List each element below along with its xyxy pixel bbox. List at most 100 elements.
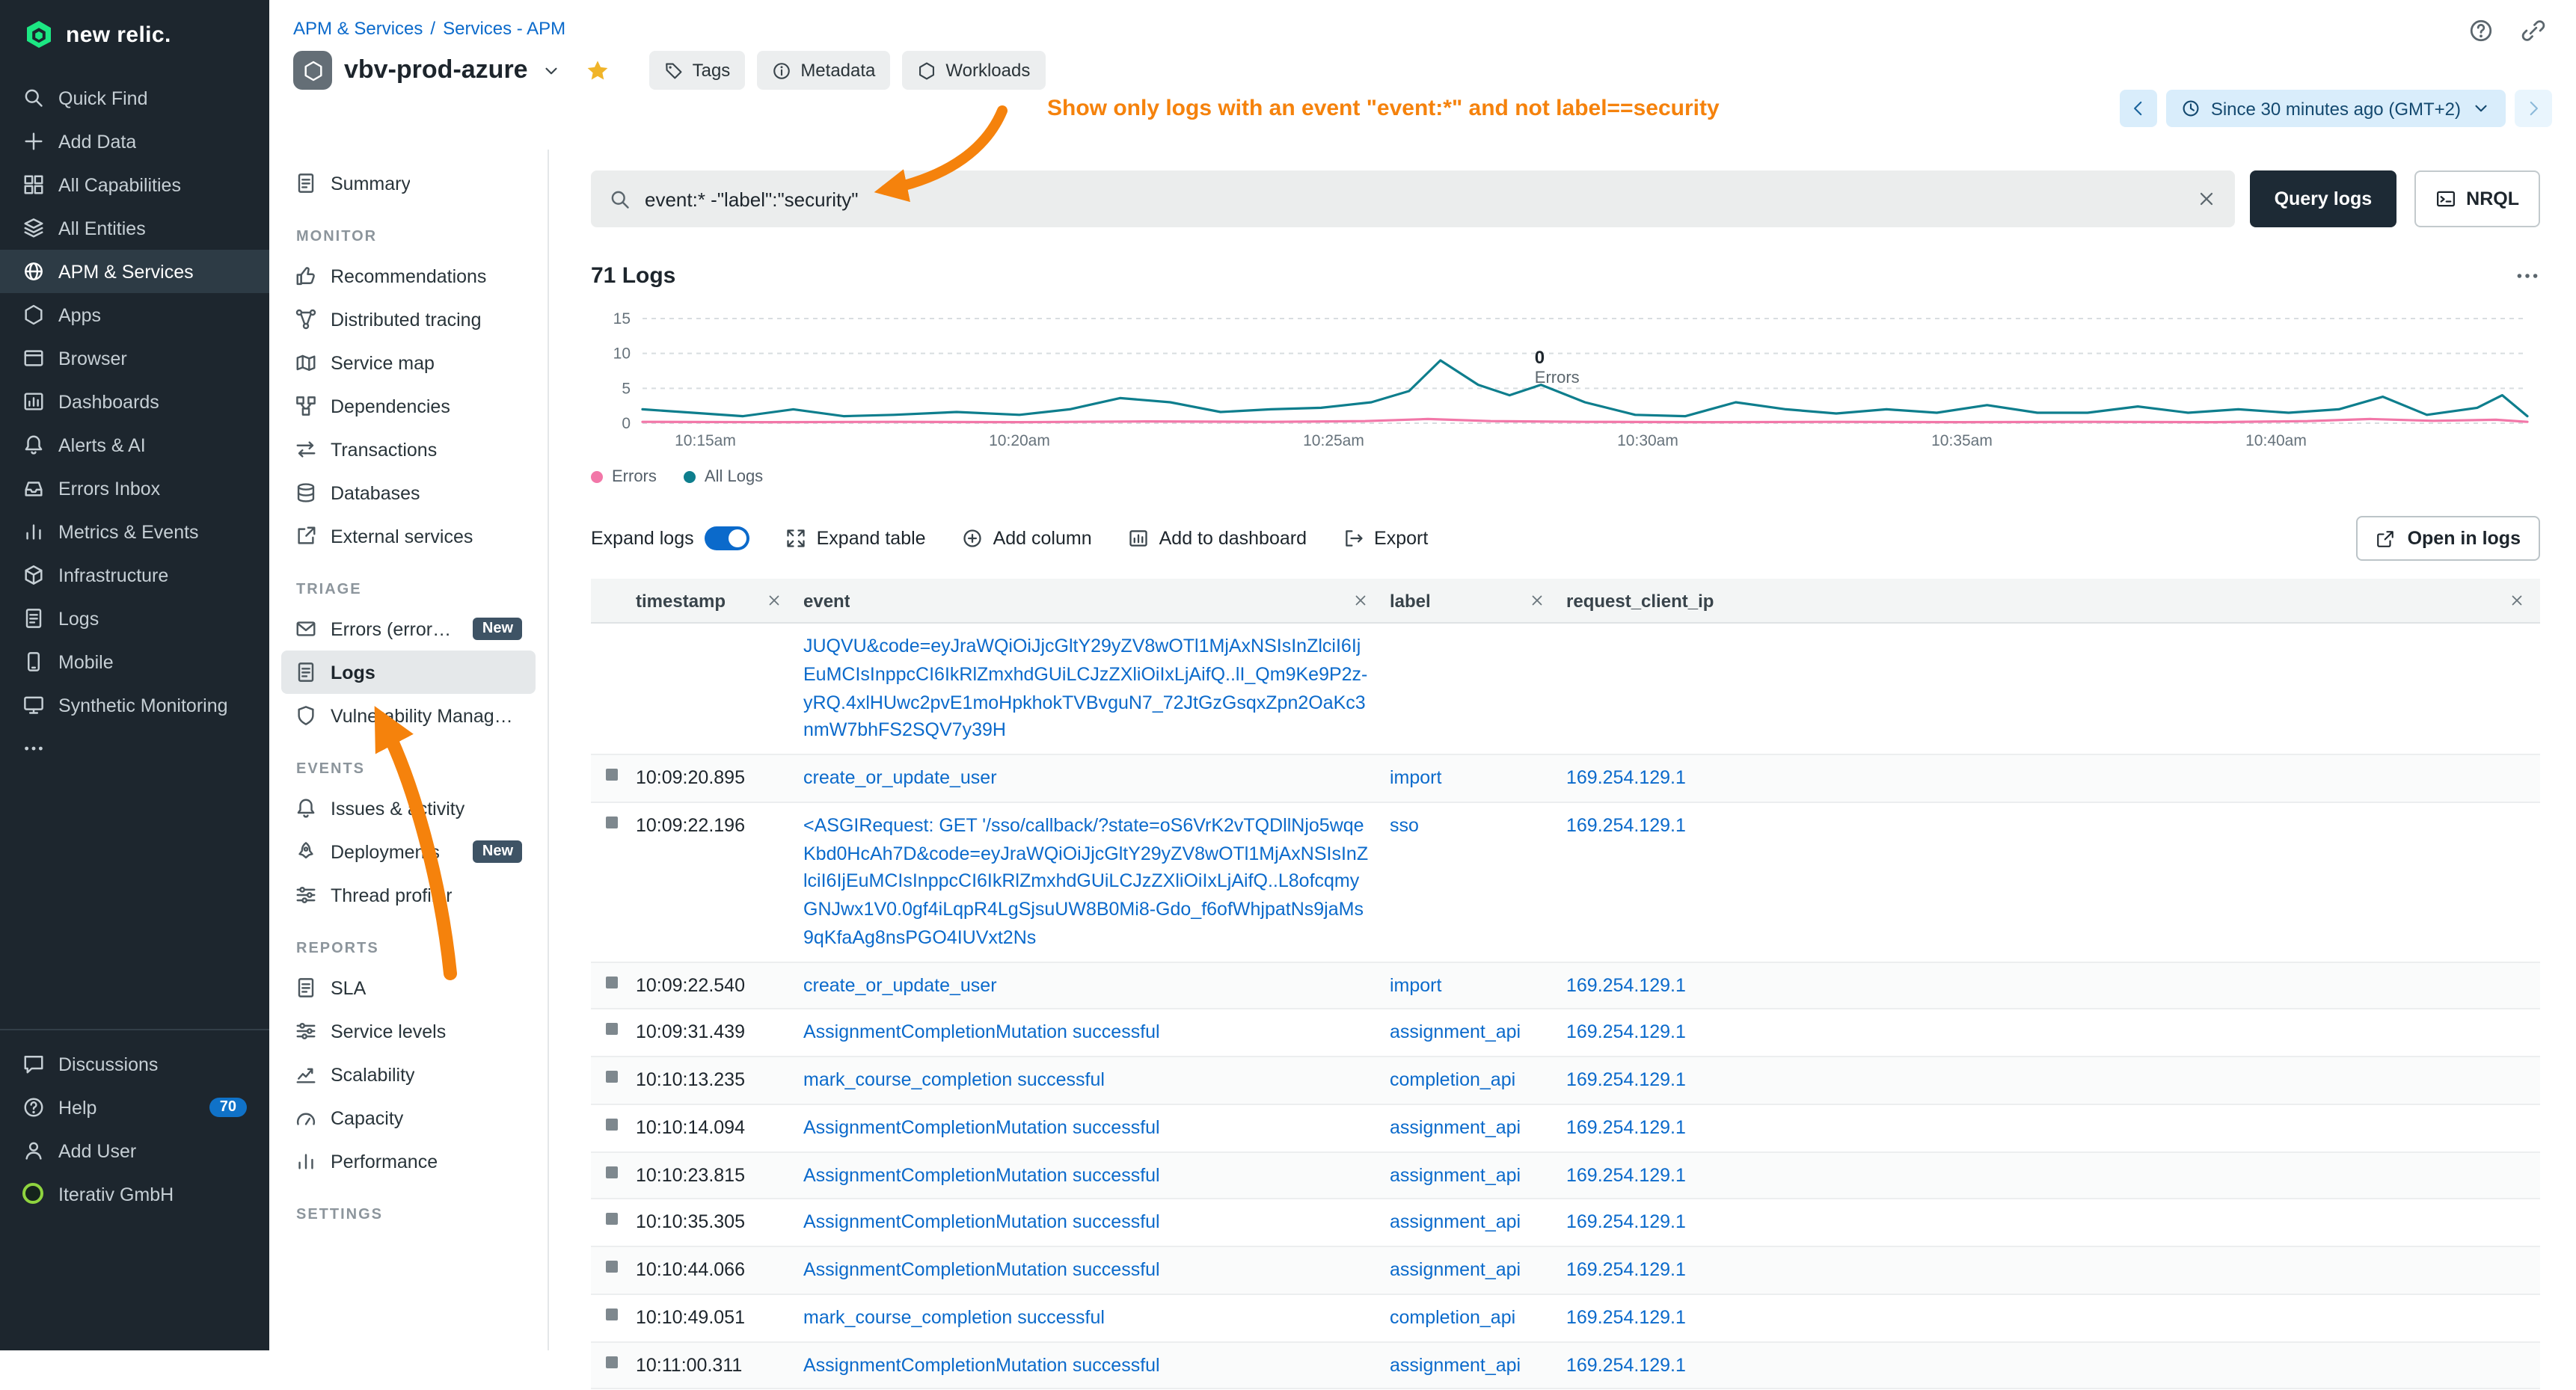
event-link[interactable]: JUQVU&code=eyJraWQiOiJjcGltY29yZV8wOTl1M… xyxy=(803,636,1367,741)
subnav-item-errors-errors-inb[interactable]: Errors (errors inb...New xyxy=(281,607,536,651)
row-checkbox[interactable] xyxy=(606,1024,618,1036)
table-row[interactable]: 10:09:22.196<ASGIRequest: GET '/sso/call… xyxy=(591,803,2540,963)
table-row[interactable]: 10:10:23.815AssignmentCompletionMutation… xyxy=(591,1152,2540,1200)
help-icon[interactable] xyxy=(2468,18,2494,43)
row-checkbox[interactable] xyxy=(606,1119,618,1131)
event-link[interactable]: AssignmentCompletionMutation successful xyxy=(803,1212,1160,1233)
label-link[interactable]: sso xyxy=(1390,815,1419,836)
sidebar-item-synthetic-monitoring[interactable]: Synthetic Monitoring xyxy=(0,683,269,727)
subnav-item-external-services[interactable]: External services xyxy=(281,514,536,558)
row-checkbox[interactable] xyxy=(606,1356,618,1368)
row-checkbox[interactable] xyxy=(606,976,618,988)
event-link[interactable]: create_or_update_user xyxy=(803,974,997,995)
ip-link[interactable]: 169.254.129.1 xyxy=(1566,1307,1686,1328)
table-row[interactable]: JUQVU&code=eyJraWQiOiJjcGltY29yZV8wOTl1M… xyxy=(591,624,2540,755)
legend-item-all-logs[interactable]: All Logs xyxy=(684,468,763,486)
sidebar-item-browser[interactable]: Browser xyxy=(0,336,269,380)
sidebar-item-all-entities[interactable]: All Entities xyxy=(0,206,269,250)
ip-link[interactable]: 169.254.129.1 xyxy=(1566,815,1686,836)
toggle-on-icon[interactable] xyxy=(705,526,749,550)
label-link[interactable]: assignment_api xyxy=(1390,1117,1521,1138)
ip-link[interactable]: 169.254.129.1 xyxy=(1566,974,1686,995)
subnav-item-recommendations[interactable]: Recommendations xyxy=(281,254,536,298)
ip-link[interactable]: 169.254.129.1 xyxy=(1566,1259,1686,1280)
subnav-item-logs[interactable]: Logs xyxy=(281,651,536,694)
label-link[interactable]: completion_api xyxy=(1390,1069,1515,1090)
legend-item-errors[interactable]: Errors xyxy=(591,468,657,486)
add-column-button[interactable]: Add column xyxy=(962,528,1092,549)
row-checkbox[interactable] xyxy=(606,817,618,828)
event-link[interactable]: AssignmentCompletionMutation successful xyxy=(803,1259,1160,1280)
sidebar-item-alerts-ai[interactable]: Alerts & AI xyxy=(0,423,269,467)
label-link[interactable]: assignment_api xyxy=(1390,1022,1521,1043)
label-link[interactable]: import xyxy=(1390,974,1441,995)
subnav-item-dependencies[interactable]: Dependencies xyxy=(281,384,536,428)
favorite-star-icon[interactable] xyxy=(585,58,610,83)
open-in-logs-button[interactable]: Open in logs xyxy=(2357,516,2540,561)
metadata-chip[interactable]: Metadata xyxy=(757,51,890,90)
query-logs-button[interactable]: Query logs xyxy=(2251,170,2396,227)
row-checkbox[interactable] xyxy=(606,1166,618,1178)
subnav-item-databases[interactable]: Databases xyxy=(281,471,536,514)
row-checkbox[interactable] xyxy=(606,769,618,781)
remove-column-icon[interactable] xyxy=(1352,592,1369,609)
table-row[interactable]: 10:10:35.305AssignmentCompletionMutation… xyxy=(591,1200,2540,1248)
table-row[interactable]: 10:10:49.051mark_course_completion succe… xyxy=(591,1295,2540,1343)
nrql-button[interactable]: NRQL xyxy=(2414,170,2540,227)
sidebar-item-apps[interactable]: Apps xyxy=(0,293,269,336)
label-link[interactable]: assignment_api xyxy=(1390,1212,1521,1233)
sidebar-item-mobile[interactable]: Mobile xyxy=(0,640,269,683)
remove-column-icon[interactable] xyxy=(2509,592,2525,609)
sidebar-item-discussions[interactable]: Discussions xyxy=(0,1042,269,1086)
entity-switcher-chevron-icon[interactable] xyxy=(542,61,561,80)
copy-link-icon[interactable] xyxy=(2521,18,2546,43)
log-query-bar[interactable] xyxy=(591,170,2236,227)
sidebar-item-dashboards[interactable]: Dashboards xyxy=(0,380,269,423)
subnav-item-thread-profiler[interactable]: Thread profiler xyxy=(281,873,536,917)
subnav-item-distributed-tracing[interactable]: Distributed tracing xyxy=(281,298,536,341)
subnav-item-vulnerability-management[interactable]: Vulnerability Management xyxy=(281,694,536,737)
table-row[interactable]: 10:10:13.235mark_course_completion succe… xyxy=(591,1057,2540,1105)
event-link[interactable]: AssignmentCompletionMutation successful xyxy=(803,1117,1160,1138)
newrelic-logo[interactable]: new relic. xyxy=(0,0,269,64)
event-link[interactable]: AssignmentCompletionMutation successful xyxy=(803,1164,1160,1185)
ip-link[interactable]: 169.254.129.1 xyxy=(1566,1354,1686,1375)
row-checkbox[interactable] xyxy=(606,1071,618,1083)
table-row[interactable]: 10:11:00.311AssignmentCompletionMutation… xyxy=(591,1342,2540,1390)
time-back-button[interactable] xyxy=(2120,90,2157,127)
ip-link[interactable]: 169.254.129.1 xyxy=(1566,1212,1686,1233)
table-row[interactable]: 10:10:44.066AssignmentCompletionMutation… xyxy=(591,1247,2540,1295)
sidebar-item-more[interactable] xyxy=(0,727,269,770)
label-link[interactable]: assignment_api xyxy=(1390,1354,1521,1375)
table-row[interactable]: 10:09:22.540create_or_update_userimport1… xyxy=(591,962,2540,1010)
sidebar-item-add-data[interactable]: Add Data xyxy=(0,120,269,163)
row-checkbox[interactable] xyxy=(606,1261,618,1273)
table-row[interactable]: 10:09:20.895create_or_update_userimport1… xyxy=(591,755,2540,803)
ip-link[interactable]: 169.254.129.1 xyxy=(1566,1022,1686,1043)
column-header-request-client-ip[interactable]: request_client_ip xyxy=(1560,579,2540,622)
sidebar-item-add-user[interactable]: Add User xyxy=(0,1129,269,1172)
sidebar-item-apm-services[interactable]: APM & Services xyxy=(0,250,269,293)
label-link[interactable]: import xyxy=(1390,767,1441,788)
sidebar-item-iterativ-gmbh[interactable]: Iterativ GmbH xyxy=(0,1172,269,1216)
time-forward-button[interactable] xyxy=(2515,90,2552,127)
export-button[interactable]: Export xyxy=(1343,528,1428,549)
ip-link[interactable]: 169.254.129.1 xyxy=(1566,1069,1686,1090)
ip-link[interactable]: 169.254.129.1 xyxy=(1566,1164,1686,1185)
subnav-item-transactions[interactable]: Transactions xyxy=(281,428,536,471)
row-checkbox[interactable] xyxy=(606,1308,618,1320)
subnav-item-summary[interactable]: Summary xyxy=(281,162,536,205)
chart-options-icon[interactable] xyxy=(2515,263,2540,289)
event-link[interactable]: mark_course_completion successful xyxy=(803,1069,1105,1090)
workloads-chip[interactable]: Workloads xyxy=(902,51,1045,90)
event-link[interactable]: AssignmentCompletionMutation successful xyxy=(803,1354,1160,1375)
add-to-dashboard-button[interactable]: Add to dashboard xyxy=(1128,528,1307,549)
sidebar-item-errors-inbox[interactable]: Errors Inbox xyxy=(0,467,269,510)
subnav-item-deployments[interactable]: DeploymentsNew xyxy=(281,830,536,873)
subnav-item-performance[interactable]: Performance xyxy=(281,1140,536,1183)
subnav-item-scalability[interactable]: Scalability xyxy=(281,1053,536,1096)
clear-query-icon[interactable] xyxy=(2197,188,2218,209)
breadcrumb-link-apm-services[interactable]: APM & Services xyxy=(293,18,423,39)
tags-chip[interactable]: Tags xyxy=(649,51,746,90)
table-row[interactable]: 10:10:14.094AssignmentCompletionMutation… xyxy=(591,1105,2540,1153)
